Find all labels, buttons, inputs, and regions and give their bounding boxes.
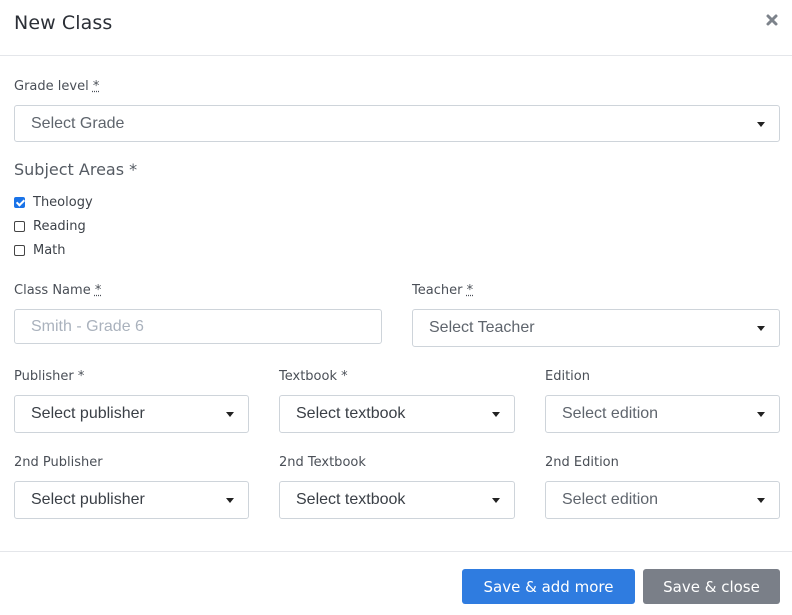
edition2-label: 2nd Edition (545, 455, 619, 470)
caret-down-icon (757, 412, 765, 417)
save-and-add-more-button[interactable]: Save & add more (462, 569, 635, 604)
subject-areas-label: Subject Areas * (14, 160, 138, 179)
theology-checkbox[interactable] (14, 196, 25, 208)
edition-label: Edition (545, 369, 590, 384)
textbook-select[interactable]: Select textbook (279, 395, 515, 433)
textbook2-label: 2nd Textbook (279, 455, 366, 470)
teacher-value: Select Teacher (429, 319, 535, 336)
textbook2-select[interactable]: Select textbook (279, 481, 515, 519)
edition2-value: Select edition (562, 491, 659, 508)
math-label: Math (33, 242, 66, 258)
textbook-value: Select textbook (296, 405, 406, 422)
modal-title: New Class (14, 12, 113, 34)
grade-level-label: Grade level * (14, 79, 100, 94)
teacher-select[interactable]: Select Teacher (412, 309, 780, 347)
publisher2-label: 2nd Publisher (14, 455, 103, 470)
caret-down-icon (492, 412, 500, 417)
edition-value: Select edition (562, 405, 659, 422)
required-marker: * (94, 283, 102, 298)
grade-level-select[interactable]: Select Grade (14, 105, 780, 142)
edition2-select[interactable]: Select edition (545, 481, 780, 519)
grade-level-value: Select Grade (31, 114, 125, 132)
required-marker: * (466, 283, 474, 298)
theology-label: Theology (33, 194, 93, 210)
reading-checkbox[interactable] (14, 220, 25, 232)
save-and-close-button[interactable]: Save & close (643, 569, 780, 604)
caret-down-icon (226, 498, 234, 503)
class-name-label: Class Name * (14, 283, 102, 298)
class-name-input[interactable] (14, 309, 382, 344)
required-marker: * (92, 79, 100, 94)
caret-down-icon (757, 121, 765, 127)
subject-option-theology: Theology (14, 193, 93, 211)
publisher-value: Select publisher (31, 405, 145, 422)
edition-select[interactable]: Select edition (545, 395, 780, 433)
new-class-modal: New Class Grade level * Select Grade Sub… (0, 0, 792, 615)
textbook2-value: Select textbook (296, 491, 406, 508)
caret-down-icon (492, 498, 500, 503)
math-checkbox[interactable] (14, 244, 25, 256)
caret-down-icon (757, 326, 765, 331)
subject-option-reading: Reading (14, 217, 86, 235)
publisher-select[interactable]: Select publisher (14, 395, 249, 433)
subject-option-math: Math (14, 241, 66, 259)
modal-footer: Save & add more Save & close (0, 551, 792, 615)
caret-down-icon (226, 412, 234, 417)
textbook-label: Textbook * (279, 369, 348, 384)
caret-down-icon (757, 498, 765, 503)
publisher-label: Publisher * (14, 369, 85, 384)
close-button[interactable] (764, 12, 780, 28)
close-icon (766, 14, 778, 26)
modal-header: New Class (0, 0, 792, 56)
reading-label: Reading (33, 218, 86, 234)
publisher2-value: Select publisher (31, 491, 145, 508)
teacher-label: Teacher * (412, 283, 474, 298)
publisher2-select[interactable]: Select publisher (14, 481, 249, 519)
